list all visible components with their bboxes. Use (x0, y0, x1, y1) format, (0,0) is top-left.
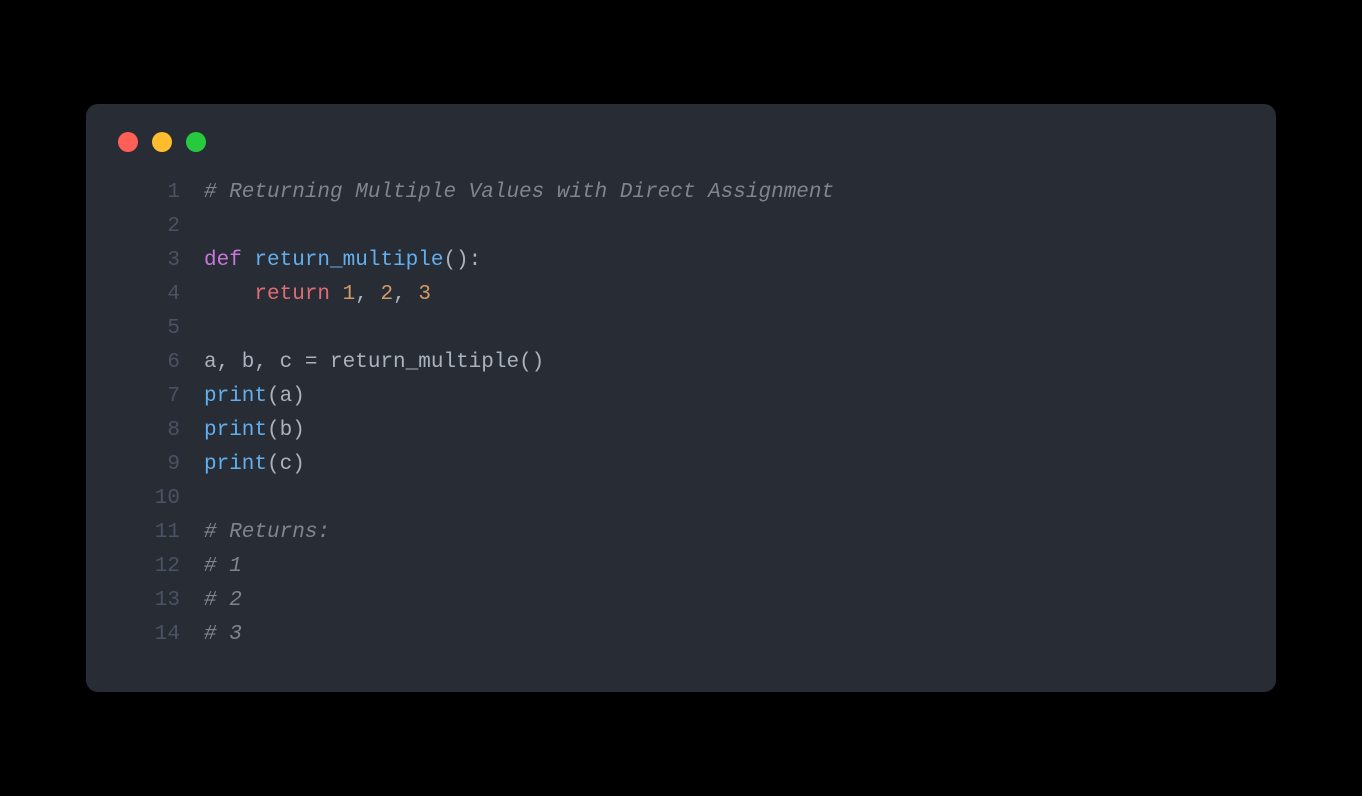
token-ident: c (280, 453, 293, 476)
line-content: print(c) (204, 448, 305, 482)
code-line: 11# Returns: (86, 516, 1276, 550)
code-line: 1# Returning Multiple Values with Direct… (86, 176, 1276, 210)
token-call: print (204, 453, 267, 476)
token-keyword: def (204, 249, 242, 272)
code-line: 6a, b, c = return_multiple() (86, 346, 1276, 380)
token-punct: , (393, 283, 418, 306)
line-number: 8 (144, 414, 204, 448)
token-number: 3 (418, 283, 431, 306)
token-comment: # Returning Multiple Values with Direct … (204, 181, 834, 204)
code-line: 7print(a) (86, 380, 1276, 414)
line-number: 10 (144, 482, 204, 516)
line-number: 9 (144, 448, 204, 482)
token-plain (204, 283, 254, 306)
token-number: 1 (343, 283, 356, 306)
line-content (204, 312, 217, 346)
token-ident: a, b, c (204, 351, 305, 374)
token-punct: ( (267, 453, 280, 476)
token-punct: (): (443, 249, 481, 272)
code-line: 8print(b) (86, 414, 1276, 448)
token-punct: = (305, 351, 330, 374)
line-content: print(a) (204, 380, 305, 414)
token-punct: ) (292, 419, 305, 442)
line-number: 11 (144, 516, 204, 550)
window-controls (86, 132, 1276, 176)
line-content: a, b, c = return_multiple() (204, 346, 544, 380)
code-line: 14# 3 (86, 618, 1276, 652)
token-comment: # Returns: (204, 521, 330, 544)
token-def: return_multiple (254, 249, 443, 272)
line-number: 14 (144, 618, 204, 652)
token-plain (330, 283, 343, 306)
line-content: # 1 (204, 550, 242, 584)
token-call: print (204, 385, 267, 408)
line-content: # 2 (204, 584, 242, 618)
line-content (204, 482, 217, 516)
token-comment: # 2 (204, 589, 242, 612)
code-line: 13# 2 (86, 584, 1276, 618)
line-number: 3 (144, 244, 204, 278)
code-line: 4 return 1, 2, 3 (86, 278, 1276, 312)
token-return: return (254, 283, 330, 306)
code-line: 9print(c) (86, 448, 1276, 482)
line-number: 2 (144, 210, 204, 244)
line-content: # Returns: (204, 516, 330, 550)
token-punct: ) (292, 385, 305, 408)
token-ident: a (280, 385, 293, 408)
line-number: 12 (144, 550, 204, 584)
line-number: 7 (144, 380, 204, 414)
code-window: 1# Returning Multiple Values with Direct… (86, 104, 1276, 692)
code-area: 1# Returning Multiple Values with Direct… (86, 176, 1276, 652)
code-line: 10 (86, 482, 1276, 516)
line-number: 13 (144, 584, 204, 618)
minimize-icon[interactable] (152, 132, 172, 152)
token-number: 2 (380, 283, 393, 306)
line-content: def return_multiple(): (204, 244, 481, 278)
line-content: # 3 (204, 618, 242, 652)
line-content: return 1, 2, 3 (204, 278, 431, 312)
token-ident: b (280, 419, 293, 442)
token-punct: ( (267, 385, 280, 408)
line-number: 1 (144, 176, 204, 210)
token-ident: return_multiple() (330, 351, 544, 374)
code-line: 2 (86, 210, 1276, 244)
line-number: 6 (144, 346, 204, 380)
code-line: 5 (86, 312, 1276, 346)
token-call: print (204, 419, 267, 442)
line-number: 5 (144, 312, 204, 346)
token-punct: , (355, 283, 380, 306)
code-line: 12# 1 (86, 550, 1276, 584)
line-number: 4 (144, 278, 204, 312)
close-icon[interactable] (118, 132, 138, 152)
token-comment: # 1 (204, 555, 242, 578)
line-content: print(b) (204, 414, 305, 448)
token-punct: ( (267, 419, 280, 442)
line-content (204, 210, 217, 244)
line-content: # Returning Multiple Values with Direct … (204, 176, 834, 210)
code-line: 3def return_multiple(): (86, 244, 1276, 278)
token-punct: ) (292, 453, 305, 476)
token-plain (242, 249, 255, 272)
maximize-icon[interactable] (186, 132, 206, 152)
token-comment: # 3 (204, 623, 242, 646)
